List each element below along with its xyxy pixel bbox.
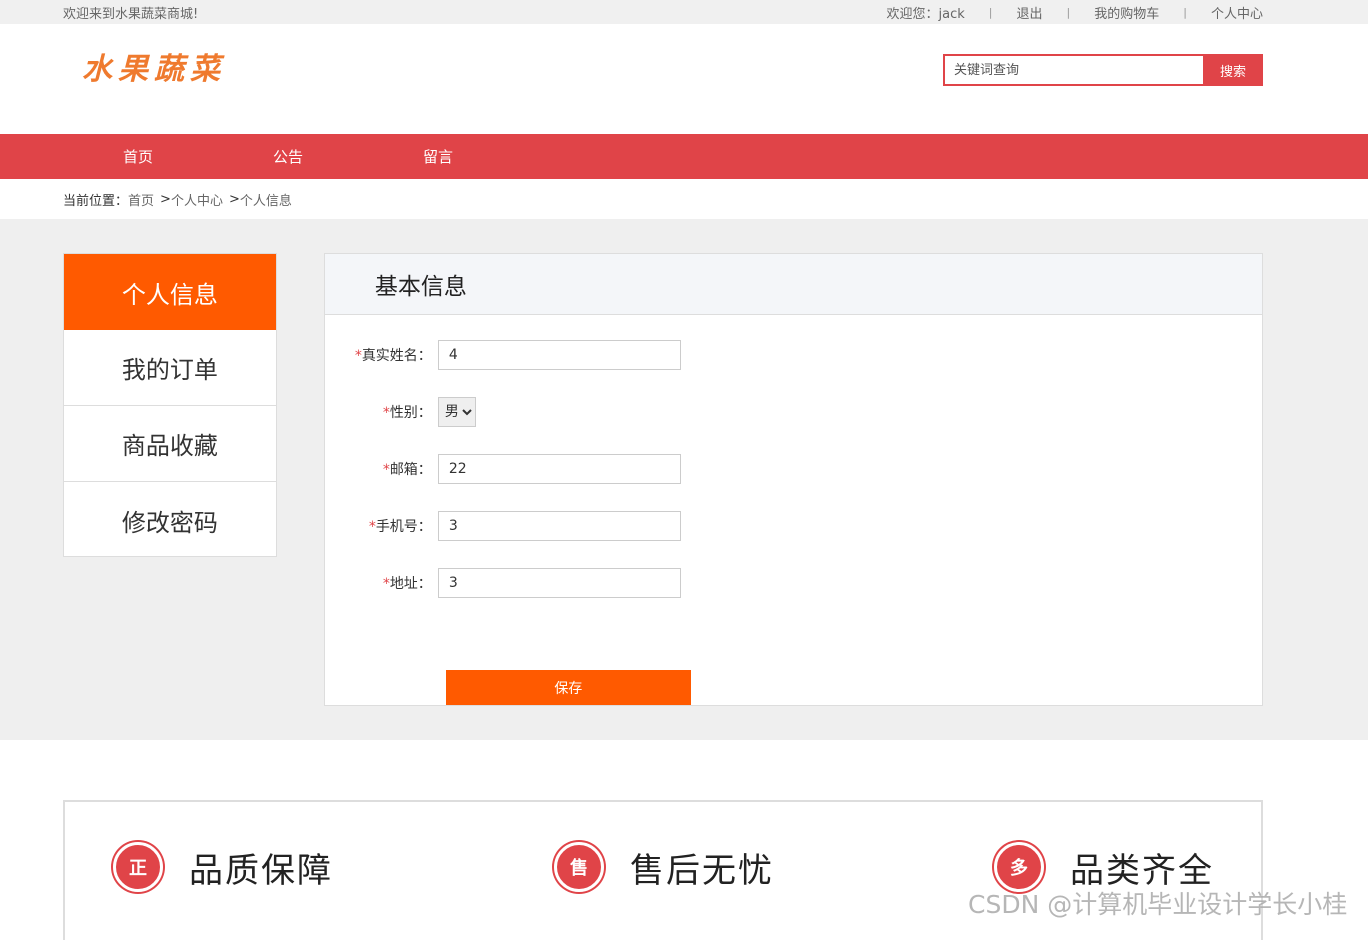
search-box: 搜索	[943, 54, 1263, 86]
separator: |	[988, 5, 993, 19]
breadcrumb-user-center[interactable]: 个人中心	[171, 190, 223, 209]
required-mark: *	[354, 348, 362, 364]
name-label-text: 真实姓名：	[361, 348, 432, 364]
panel-title: 基本信息	[324, 254, 1262, 315]
sidebar-item-profile[interactable]: 个人信息	[64, 254, 276, 330]
feature-after-sales: 售 售后无忧	[554, 842, 774, 892]
separator: |	[1183, 5, 1187, 19]
breadcrumb: 当前位置： 首页 > 个人中心 > 个人信息	[0, 179, 1368, 219]
sidebar-item-favorites[interactable]: 商品收藏	[64, 406, 276, 482]
required-mark: *	[368, 519, 376, 535]
nav-item-home[interactable]: 首页	[63, 146, 213, 167]
separator: |	[1066, 5, 1071, 19]
nav-item-notice[interactable]: 公告	[213, 146, 363, 167]
address-label: *地址：	[325, 573, 438, 593]
phone-label-text: 手机号：	[375, 519, 432, 535]
form-row-email: *邮箱：	[325, 454, 681, 484]
user-center-link[interactable]: 个人中心	[1211, 3, 1263, 22]
email-label-text: 邮箱：	[389, 462, 432, 478]
search-button[interactable]: 搜索	[1203, 54, 1263, 86]
feature-quality: 正 品质保障	[113, 842, 333, 892]
watermark-text: CSDN @计算机毕业设计学长小桂	[968, 890, 1348, 919]
site-welcome-text: 欢迎来到水果蔬菜商城!	[63, 6, 199, 22]
form-row-address: *地址：	[325, 568, 681, 598]
required-mark: *	[382, 462, 390, 478]
sidebar-item-change-password[interactable]: 修改密码	[64, 482, 276, 558]
user-welcome-text: 欢迎您：jack	[886, 6, 965, 22]
required-mark: *	[382, 576, 390, 592]
profile-form-panel: 基本信息 *真实姓名： *性别： 男 *邮箱： *手机号： *地址：	[323, 253, 1263, 706]
feature-title: 售后无忧	[630, 850, 774, 891]
name-field[interactable]	[437, 340, 681, 370]
sidebar: 个人信息 我的订单 商品收藏 修改密码	[63, 253, 277, 557]
phone-label: *手机号：	[325, 516, 438, 536]
after-sales-badge-icon: 售	[554, 842, 604, 892]
breadcrumb-separator: >	[228, 191, 240, 207]
address-field[interactable]	[437, 568, 681, 598]
feature-title: 品质保障	[189, 850, 333, 891]
user-links: 欢迎您：jack | 退出 | 我的购物车 | 个人中心	[887, 3, 1263, 22]
form-row-gender: *性别： 男	[325, 397, 476, 427]
top-bar: 欢迎来到水果蔬菜商城! 欢迎您：jack | 退出 | 我的购物车 | 个人中心	[0, 0, 1368, 24]
gender-label: *性别：	[325, 402, 438, 422]
main-area: 个人信息 我的订单 商品收藏 修改密码 基本信息 *真实姓名： *性别： 男 *…	[0, 219, 1368, 740]
site-logo[interactable]: 水果蔬菜	[82, 44, 226, 88]
breadcrumb-current: 个人信息	[239, 193, 292, 209]
sidebar-item-orders[interactable]: 我的订单	[64, 330, 276, 406]
form-row-phone: *手机号：	[325, 511, 681, 541]
cart-link[interactable]: 我的购物车	[1094, 3, 1159, 22]
gender-label-text: 性别：	[389, 405, 432, 421]
breadcrumb-label: 当前位置：	[63, 193, 129, 209]
nav-item-message[interactable]: 留言	[363, 146, 513, 167]
logout-link[interactable]: 退出	[1017, 3, 1043, 22]
address-label-text: 地址：	[389, 576, 432, 592]
breadcrumb-home[interactable]: 首页	[128, 190, 154, 209]
breadcrumb-separator: >	[160, 191, 171, 207]
header: 水果蔬菜 搜索	[0, 24, 1368, 134]
quality-badge-icon: 正	[113, 842, 163, 892]
main-nav: 首页 公告 留言	[0, 134, 1368, 179]
save-button[interactable]: 保存	[445, 670, 691, 705]
name-label: *真实姓名：	[325, 345, 438, 365]
email-field[interactable]	[437, 454, 681, 484]
gender-select[interactable]: 男	[437, 397, 476, 427]
required-mark: *	[382, 405, 390, 421]
form-row-name: *真实姓名：	[325, 340, 681, 370]
phone-field[interactable]	[437, 511, 681, 541]
search-input[interactable]	[943, 54, 1203, 86]
email-label: *邮箱：	[325, 459, 438, 479]
